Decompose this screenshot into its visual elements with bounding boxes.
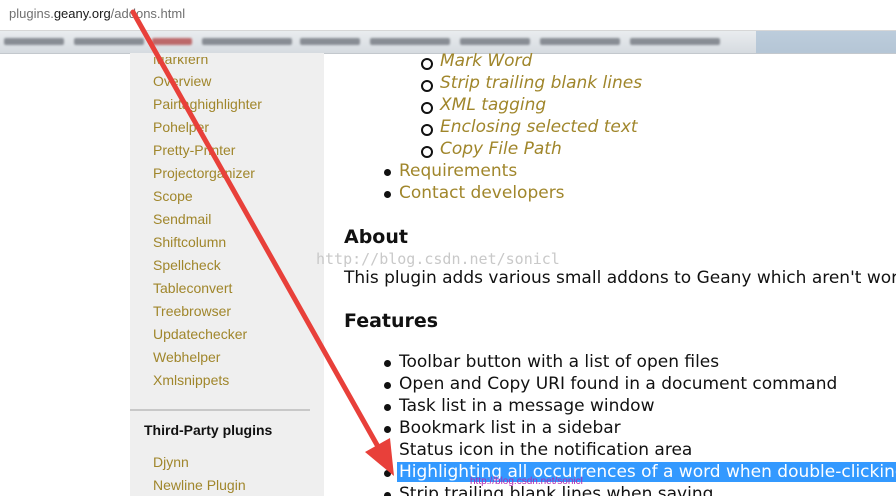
feature-bullet [384, 426, 391, 433]
sidebar-link-shiftcolumn[interactable]: Shiftcolumn [153, 234, 226, 250]
toc-sub-bullet [421, 146, 433, 158]
bookmark-item-obscured[interactable] [202, 38, 292, 45]
bookmark-item-obscured[interactable] [300, 38, 360, 45]
watermark-text: http://blog.csdn.net/sonicl [316, 250, 560, 268]
features-heading: Features [344, 310, 439, 332]
feature-bullet [384, 382, 391, 389]
sidebar-link-pohelper[interactable]: Pohelper [153, 119, 209, 135]
feature-bullet [384, 360, 391, 367]
bookmark-item-obscured[interactable] [74, 38, 144, 45]
sidebar-link-webhelper[interactable]: Webhelper [153, 349, 220, 365]
toc-link-strip-trailing[interactable]: Strip trailing blank lines [440, 73, 642, 93]
sidebar-link-treebrowser[interactable]: Treebrowser [153, 303, 231, 319]
plugin-sidebar: Markfern Overview Pairtaghighlighter Poh… [130, 53, 324, 496]
feature-item: Task list in a message window [399, 396, 655, 416]
sidebar-link-sendmail[interactable]: Sendmail [153, 211, 211, 227]
sidebar-divider [130, 409, 310, 411]
sidebar-link-pretty-printer[interactable]: Pretty-Printer [153, 142, 235, 158]
toc-bullet [384, 191, 391, 198]
toc-link-copy-file-path[interactable]: Copy File Path [440, 139, 562, 159]
sidebar-link-spellcheck[interactable]: Spellcheck [153, 257, 221, 273]
feature-item: Toolbar button with a list of open files [399, 352, 720, 372]
sidebar-link-markfern[interactable]: Markfern [153, 57, 208, 67]
sidebar-link-djynn[interactable]: Djynn [153, 454, 189, 470]
toc-link-enclosing[interactable]: Enclosing selected text [440, 117, 638, 137]
sidebar-link-newline-plugin[interactable]: Newline Plugin [153, 477, 246, 493]
bookmark-item-obscured[interactable] [540, 38, 620, 45]
toc-sub-bullet [421, 80, 433, 92]
feature-item: Open and Copy URI found in a document co… [399, 374, 838, 394]
feature-bullet [384, 404, 391, 411]
feature-bullet [384, 470, 391, 477]
sidebar-link-tableconvert[interactable]: Tableconvert [153, 280, 232, 296]
about-heading: About [344, 226, 408, 248]
feature-bullet [384, 448, 391, 455]
sidebar-link-xmlsnippets[interactable]: Xmlsnippets [153, 372, 229, 388]
feature-item: Status icon in the notification area [399, 440, 693, 460]
toc-sub-bullet [421, 124, 433, 136]
sidebar-link-pairtaghighlighter[interactable]: Pairtaghighlighter [153, 96, 262, 112]
toc-link-xml-tagging[interactable]: XML tagging [440, 95, 546, 115]
bookmark-highlight [756, 31, 896, 53]
bookmark-item-obscured[interactable] [460, 38, 530, 45]
watermark-text-small: http://blog.csdn.net/sonicl [470, 476, 583, 487]
feature-item: Bookmark list in a sidebar [399, 418, 621, 438]
feature-bullet [384, 492, 391, 496]
url-text[interactable]: plugins.geany.org/addons.html [9, 6, 185, 21]
toc-sub-bullet [421, 102, 433, 114]
address-bar[interactable]: plugins.geany.org/addons.html [0, 0, 896, 31]
main-content: Mark Word Strip trailing blank lines XML… [324, 53, 896, 496]
toc-bullet [384, 169, 391, 176]
bookmark-item-obscured[interactable] [370, 38, 450, 45]
bookmark-item-obscured[interactable] [152, 38, 192, 45]
sidebar-link-projectorganizer[interactable]: Projectorganizer [153, 165, 255, 181]
sidebar-link-overview[interactable]: Overview [153, 73, 211, 89]
url-domain: geany.org [53, 6, 111, 21]
about-paragraph: This plugin adds various small addons to… [344, 268, 896, 288]
bookmark-item-obscured[interactable] [4, 38, 64, 45]
toc-link-requirements[interactable]: Requirements [399, 161, 517, 181]
bookmarks-bar [0, 31, 896, 54]
url-host-prefix: plugins. [9, 6, 54, 21]
toc-link-contact[interactable]: Contact developers [399, 183, 565, 203]
sidebar-link-updatechecker[interactable]: Updatechecker [153, 326, 247, 342]
toc-sub-bullet [421, 58, 433, 70]
url-path: /addons.html [110, 6, 186, 21]
sidebar-link-scope[interactable]: Scope [153, 188, 193, 204]
toc-link-mark-word[interactable]: Mark Word [440, 53, 532, 71]
third-party-heading: Third-Party plugins [144, 422, 273, 438]
bookmark-item-obscured[interactable] [630, 38, 720, 45]
